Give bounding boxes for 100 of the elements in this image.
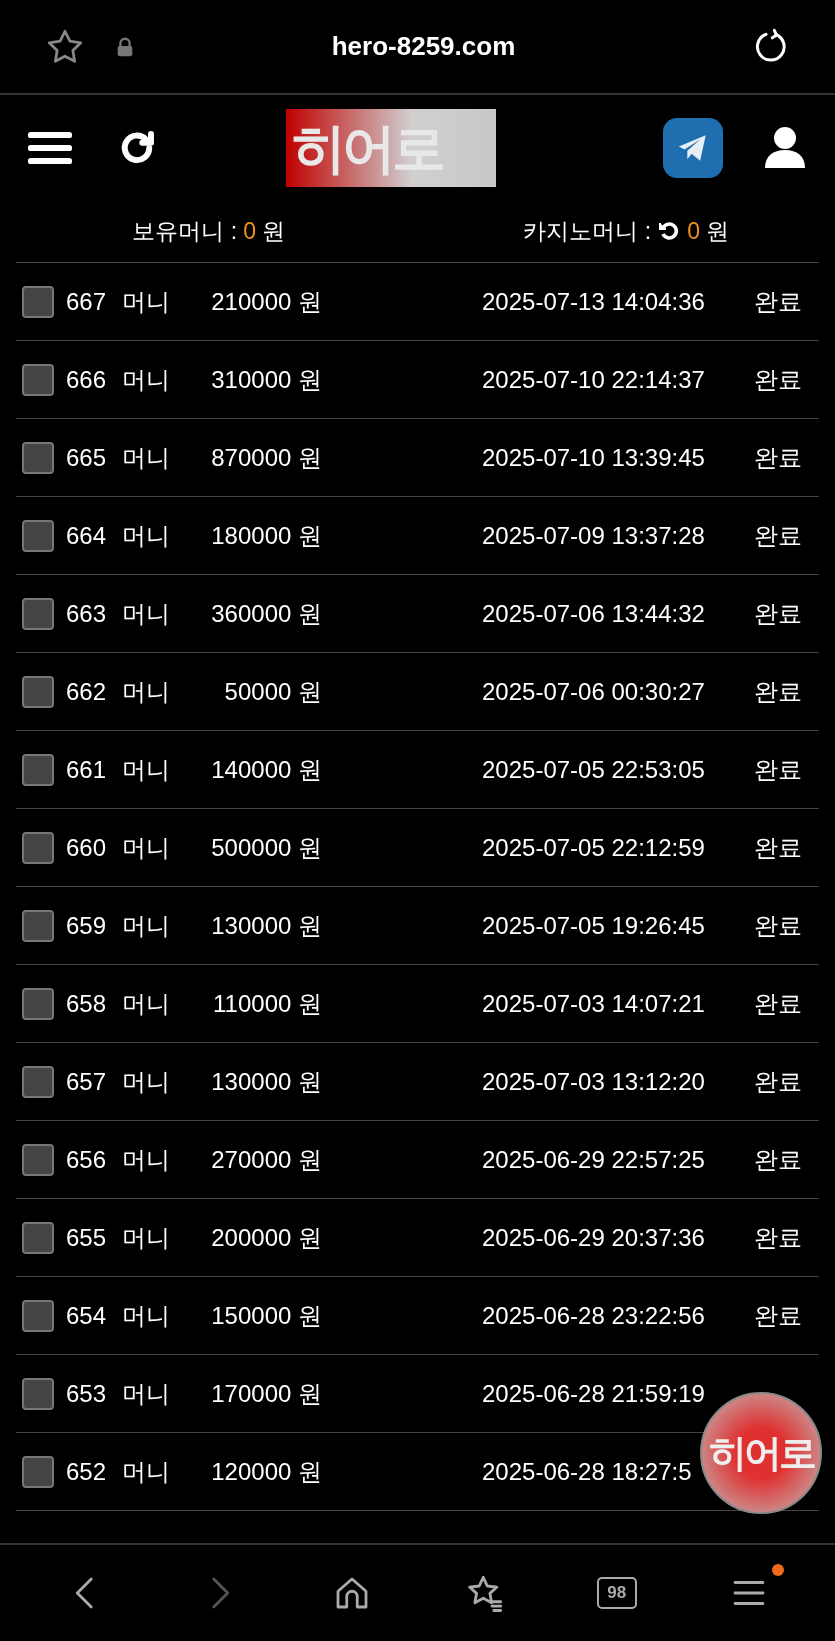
checkbox[interactable] [22,519,54,552]
checkbox[interactable] [22,987,54,1020]
date-time: 2025-07-05 19:26:45 [482,910,706,941]
money-type: 머니 [122,676,171,707]
date-time: 2025-06-29 22:57:25 [482,1144,706,1175]
held-money-label: 보유머니 : [132,216,238,246]
money-type: 머니 [122,1222,171,1253]
money-type: 머니 [122,754,171,785]
tabs-button[interactable]: 98 [596,1577,637,1609]
held-money-value: 0 [243,216,257,246]
checkbox[interactable] [22,1065,54,1098]
money-type: 머니 [122,832,171,863]
amount: 120000 원 [210,1456,322,1487]
row-number: 665 [66,442,108,473]
status-text: 완료 [754,364,802,395]
status-text: 완료 [754,1144,802,1175]
status-text: 완료 [754,1300,802,1331]
row-number: 667 [66,286,108,317]
date-time: 2025-06-28 23:22:56 [482,1300,706,1331]
amount: 150000 원 [210,1300,322,1331]
amount: 500000 원 [210,832,322,863]
status-text: 완료 [754,520,802,551]
date-time: 2025-07-03 13:12:20 [482,1066,706,1097]
row-number: 661 [66,754,108,785]
date-time: 2025-07-05 22:12:59 [482,832,706,863]
amount: 130000 원 [210,910,322,941]
row-number: 656 [66,1144,108,1175]
row-number: 666 [66,364,108,395]
money-type: 머니 [122,598,171,629]
checkbox[interactable] [22,1221,54,1254]
checkbox[interactable] [22,1299,54,1332]
status-text: 완료 [754,754,802,785]
held-money-unit: 원 [262,216,286,246]
telegram-button[interactable] [663,117,723,178]
row-number: 653 [66,1378,108,1409]
money-type: 머니 [122,286,171,317]
date-time: 2025-07-05 22:53:05 [482,754,706,785]
casino-money-label: 카지노머니 : [523,216,652,246]
amount: 310000 원 [210,364,322,395]
status-text: 완료 [754,1066,802,1097]
amount: 870000 원 [210,442,322,473]
amount: 360000 원 [210,598,322,629]
checkbox[interactable] [22,753,54,786]
row-number: 652 [66,1456,108,1487]
money-type: 머니 [122,1300,171,1331]
money-type: 머니 [122,520,171,551]
date-time: 2025-07-06 13:44:32 [482,598,706,629]
amount: 140000 원 [210,754,322,785]
money-type: 머니 [122,1456,171,1487]
status-text: 완료 [754,1222,802,1253]
status-text: 완료 [754,286,802,317]
status-text: 완료 [754,832,802,863]
checkbox[interactable] [22,597,54,630]
casino-money-value: 0 [687,216,701,246]
money-type: 머니 [122,1378,171,1409]
date-time: 2025-07-06 00:30:27 [482,676,706,707]
status-text: 완료 [754,598,802,629]
row-number: 654 [66,1300,108,1331]
money-type: 머니 [122,442,171,473]
checkbox[interactable] [22,675,54,708]
amount: 110000 원 [212,988,322,1019]
checkbox[interactable] [22,1143,54,1176]
row-number: 657 [66,1066,108,1097]
date-time: 2025-07-09 13:37:28 [482,520,706,551]
status-text: 완료 [754,910,802,941]
amount: 270000 원 [210,1144,322,1175]
amount: 200000 원 [210,1222,322,1253]
row-number: 662 [66,676,108,707]
row-number: 655 [66,1222,108,1253]
url-text[interactable]: hero-8259.com [136,27,751,66]
checkbox[interactable] [22,441,54,474]
checkbox[interactable] [22,831,54,864]
date-time: 2025-07-13 14:04:36 [482,286,706,317]
amount: 170000 원 [210,1378,322,1409]
date-time: 2025-07-10 22:14:37 [482,364,706,395]
status-text: 완료 [754,988,802,1019]
amount: 210000 원 [210,286,322,317]
money-type: 머니 [122,1144,171,1175]
date-time: 2025-06-28 18:27:5 [482,1456,693,1487]
checkbox[interactable] [22,1455,54,1488]
checkbox[interactable] [22,363,54,396]
date-time: 2025-06-29 20:37:36 [482,1222,706,1253]
row-number: 658 [66,988,108,1019]
checkbox[interactable] [22,909,54,942]
status-text: 완료 [754,676,802,707]
row-number: 663 [66,598,108,629]
date-time: 2025-07-03 14:07:21 [482,988,706,1019]
checkbox[interactable] [22,285,54,318]
amount: 50000 원 [223,676,322,707]
status-text: 완료 [754,442,802,473]
money-type: 머니 [122,1066,171,1097]
checkbox[interactable] [22,1377,54,1410]
money-type: 머니 [122,988,171,1019]
money-type: 머니 [122,910,171,941]
amount: 130000 원 [210,1066,322,1097]
row-number: 660 [66,832,108,863]
money-type: 머니 [122,364,171,395]
row-number: 664 [66,520,108,551]
amount: 180000 원 [210,520,322,551]
casino-money-unit: 원 [706,216,730,246]
